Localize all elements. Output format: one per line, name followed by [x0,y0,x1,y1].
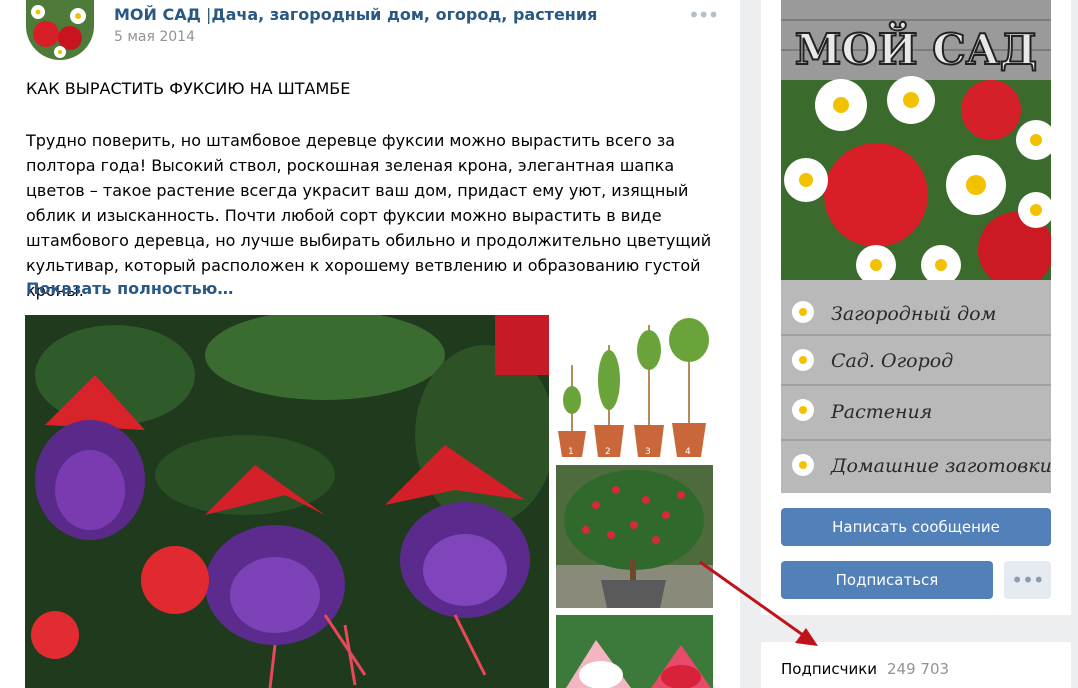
cover-item-plants: Растения [830,401,932,423]
cover-title: МОЙ САД [795,21,1037,74]
more-actions-button[interactable]: ••• [1004,561,1051,599]
post-date[interactable]: 5 мая 2014 [114,29,195,45]
cover-item-garden: Сад. Огород [831,350,953,372]
step-label-1: 1 [568,447,574,457]
subscribers-label[interactable]: Подписчики [781,660,877,678]
growth-steps-photo[interactable]: 1 2 3 4 [556,315,713,461]
step-label-3: 3 [645,447,651,457]
more-options-icon[interactable]: ••• [688,5,719,25]
cover-item-country-house: Загородный дом [831,303,996,325]
community-cover: МОЙ САД Загородный дом Сад. Огород Расте… [781,0,1051,493]
post-title: КАК ВЫРАСТИТЬ ФУКСИЮ НА ШТАМБЕ [26,79,351,98]
cover-item-preserves: Домашние заготовки [830,455,1051,477]
fuchsia-photo[interactable] [25,315,549,688]
subscribe-button[interactable]: Подписаться [781,561,993,599]
send-message-button[interactable]: Написать сообщение [781,508,1051,546]
step-label-2: 2 [605,447,611,457]
community-name[interactable]: МОЙ САД |Дача, загородный дом, огород, р… [114,5,597,24]
step-label-4: 4 [685,447,691,457]
post-text: Трудно поверить, но штамбовое деревце фу… [26,131,712,300]
fuchsia-tree-photo[interactable] [556,465,713,608]
subscribers-count: 249 703 [887,660,950,678]
fuchsia-closeup-photo[interactable] [556,615,713,688]
show-more-link[interactable]: Показать полностью… [26,279,233,298]
